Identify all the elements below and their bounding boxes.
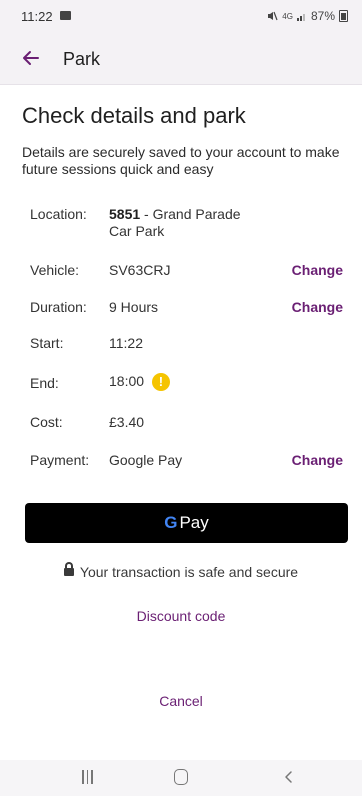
app-title: Park <box>63 49 101 69</box>
change-payment-button[interactable]: Change <box>292 452 343 468</box>
secure-text: Your transaction is safe and secure <box>79 564 299 580</box>
cost-value: £3.40 <box>109 414 145 430</box>
end-value-row: 18:00 ! <box>109 373 170 392</box>
system-nav-bar <box>0 760 362 796</box>
battery-percent: 87% <box>310 9 335 23</box>
end-label: End: <box>30 375 59 391</box>
duration-value: 9 Hours <box>109 299 159 315</box>
payment-label: Payment: <box>30 452 90 468</box>
battery-icon <box>339 10 348 22</box>
duration-label: Duration: <box>30 299 87 315</box>
change-vehicle-button[interactable]: Change <box>292 262 343 278</box>
cost-label: Cost: <box>30 414 63 430</box>
recents-icon[interactable] <box>82 770 94 784</box>
start-label: Start: <box>30 335 64 351</box>
network-type: 4G <box>282 11 293 21</box>
location-label: Location: <box>30 206 87 222</box>
image-notification-icon <box>60 11 71 20</box>
signal-icon <box>296 14 305 21</box>
location-code: 5851 <box>109 206 141 222</box>
status-bar: 11:22 4G 87% <box>0 0 362 34</box>
change-duration-button[interactable]: Change <box>292 299 343 315</box>
secure-note: Your transaction is safe and secure <box>0 562 362 580</box>
page-title: Check details and park <box>22 103 246 128</box>
start-value: 11:22 <box>109 335 143 351</box>
discount-code-link[interactable]: Discount code <box>0 608 362 624</box>
location-name-line2: Car Park <box>109 223 165 239</box>
status-time: 11:22 <box>21 9 53 24</box>
google-pay-label: Pay <box>179 513 209 532</box>
lock-icon <box>63 562 74 577</box>
page-description: Details are securely saved to your accou… <box>22 144 340 177</box>
back-arrow-icon[interactable] <box>22 49 40 67</box>
app-bar: Park <box>0 34 362 85</box>
cancel-link[interactable]: Cancel <box>0 693 362 709</box>
location-name: - Grand Parade <box>140 206 241 222</box>
home-icon[interactable] <box>174 769 188 785</box>
system-back-icon[interactable] <box>282 770 296 784</box>
location-value: 5851 - Grand Parade Car Park <box>109 206 241 240</box>
warning-icon[interactable]: ! <box>151 373 170 392</box>
google-pay-button[interactable]: G Pay <box>25 503 348 543</box>
payment-value: Google Pay <box>109 452 183 468</box>
google-g-icon: G <box>164 513 178 532</box>
end-value: 18:00 <box>109 373 145 389</box>
mute-icon <box>268 11 278 21</box>
status-indicators: 4G 87% <box>266 9 348 23</box>
vehicle-value: SV63CRJ <box>109 262 171 278</box>
vehicle-label: Vehicle: <box>30 262 80 278</box>
